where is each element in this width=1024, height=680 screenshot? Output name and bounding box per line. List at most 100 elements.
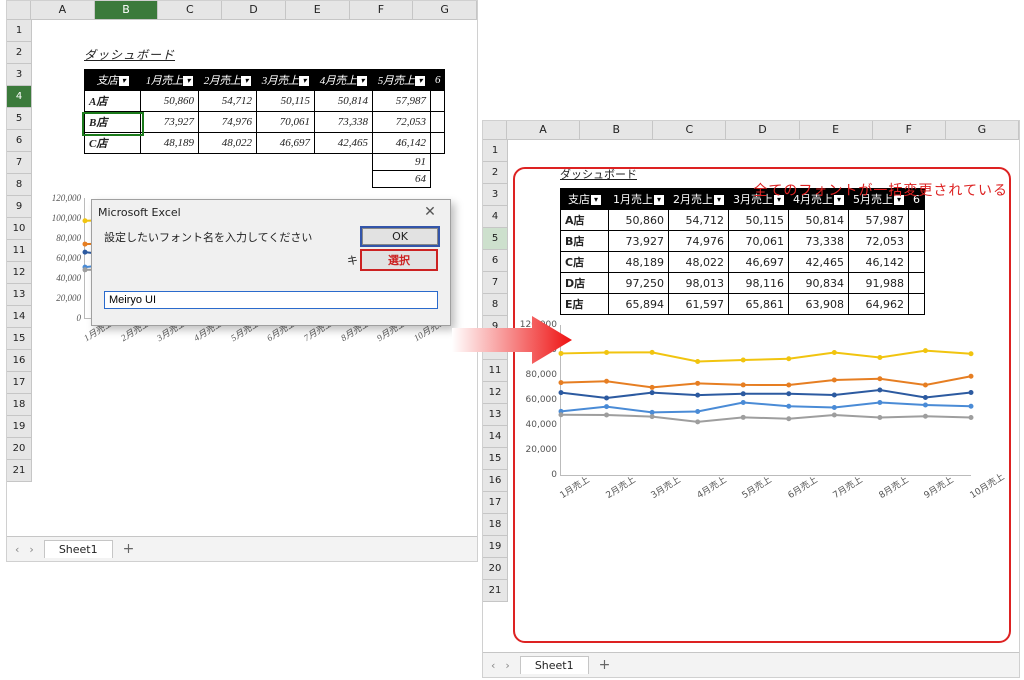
row-header-9[interactable]: 9 [483,316,507,338]
cell[interactable]: 97,250 [609,273,669,294]
row-label[interactable]: D店 [561,273,609,294]
filter-icon[interactable]: ▾ [714,195,724,205]
cell[interactable]: 42,465 [315,133,373,154]
col-header-E[interactable]: E [800,121,873,139]
cell[interactable]: 90,834 [789,273,849,294]
table-row[interactable]: E店65,89461,59765,86163,90864,962 [561,294,925,315]
row-header-18[interactable]: 18 [483,514,507,536]
row-header-17[interactable]: 17 [7,372,31,394]
row-header-13[interactable]: 13 [7,284,31,306]
close-icon[interactable]: ✕ [416,204,444,220]
cell[interactable]: 73,338 [315,112,373,133]
cell[interactable]: 73,927 [609,231,669,252]
filter-icon[interactable]: ▾ [241,76,251,86]
cell[interactable]: 64,962 [849,294,909,315]
row-header-3[interactable]: 3 [7,64,31,86]
cell[interactable]: 70,061 [257,112,315,133]
cell[interactable]: 57,987 [849,210,909,231]
row-label[interactable]: A店 [561,210,609,231]
row-header-8[interactable]: 8 [483,294,507,316]
cell[interactable]: 63,908 [789,294,849,315]
add-sheet-icon[interactable]: + [123,541,135,557]
cell[interactable]: 65,861 [729,294,789,315]
cell[interactable]: 46,697 [257,133,315,154]
font-name-input[interactable] [104,291,438,309]
table-row[interactable]: C店48,18948,02246,69742,46546,142 [561,252,925,273]
row-header-14[interactable]: 14 [7,306,31,328]
cell[interactable]: 74,976 [669,231,729,252]
row-header-11[interactable]: 11 [483,360,507,382]
filter-icon[interactable]: ▾ [654,195,664,205]
row-header-4[interactable]: 4 [7,86,31,108]
col-header-A[interactable]: A [507,121,580,139]
cell[interactable]: 50,860 [609,210,669,231]
filter-icon[interactable]: ▾ [357,76,367,86]
cell[interactable]: 46,142 [849,252,909,273]
row-header-2[interactable]: 2 [7,42,31,64]
cell[interactable]: 46,697 [729,252,789,273]
col-header-C[interactable]: C [158,1,222,19]
cells-right[interactable]: ダッシュボード 支店▾1月売上▾2月売上▾3月売上▾4月売上▾5月売上▾6 A店… [508,140,1019,602]
row-header-5[interactable]: 5 [7,108,31,130]
data-table-right[interactable]: 支店▾1月売上▾2月売上▾3月売上▾4月売上▾5月売上▾6 A店50,86054… [560,188,925,315]
col-header-C[interactable]: C [653,121,726,139]
row-header-6[interactable]: 6 [7,130,31,152]
row-header-10[interactable]: 10 [7,218,31,240]
row-header-19[interactable]: 19 [483,536,507,558]
col-5[interactable]: 5月売上▾ [373,70,431,91]
cell[interactable]: 74,976 [199,112,257,133]
col-header-E[interactable]: E [286,1,350,19]
select-button[interactable]: 選択 [360,249,438,271]
col-header-D[interactable]: D [726,121,799,139]
row-header-8[interactable]: 8 [7,174,31,196]
row-label[interactable]: C店 [561,252,609,273]
cell[interactable]: 70,061 [729,231,789,252]
cell[interactable]: 50,814 [789,210,849,231]
data-table-left[interactable]: 支店▾1月売上▾2月売上▾3月売上▾4月売上▾5月売上▾6 A店50,86054… [84,69,445,188]
cell[interactable]: 48,022 [669,252,729,273]
cell[interactable]: 48,189 [141,133,199,154]
cell[interactable]: 48,022 [199,133,257,154]
row-label[interactable]: B店 [561,231,609,252]
cell[interactable]: 98,116 [729,273,789,294]
row-header-4[interactable]: 4 [483,206,507,228]
col-1[interactable]: 1月売上▾ [141,70,199,91]
col-1[interactable]: 1月売上▾ [609,189,669,210]
col-header-A[interactable]: A [31,1,95,19]
row-header-15[interactable]: 15 [7,328,31,350]
col-header-G[interactable]: G [946,121,1019,139]
row-header-1[interactable]: 1 [7,20,31,42]
cell[interactable]: 46,142 [373,133,431,154]
col-header-D[interactable]: D [222,1,286,19]
cell[interactable]: 73,927 [141,112,199,133]
cell[interactable]: 73,338 [789,231,849,252]
table-row[interactable]: D店97,25098,01398,11690,83491,988 [561,273,925,294]
row-header-16[interactable]: 16 [7,350,31,372]
table-row[interactable]: A店50,86054,71250,11550,81457,987 [85,91,445,112]
cell[interactable]: 91,988 [849,273,909,294]
col-2[interactable]: 2月売上▾ [199,70,257,91]
row-label[interactable]: A店 [85,91,141,112]
tab-prev-icon[interactable]: ‹ [491,659,495,672]
table-row[interactable]: A店50,86054,71250,11550,81457,987 [561,210,925,231]
row-header-13[interactable]: 13 [483,404,507,426]
ok-button[interactable]: OK [362,228,438,245]
row-header-15[interactable]: 15 [483,448,507,470]
col-3[interactable]: 3月売上▾ [257,70,315,91]
row-label[interactable]: C店 [85,133,141,154]
table-row[interactable]: B店73,92774,97670,06173,33872,053 [561,231,925,252]
row-header-21[interactable]: 21 [7,460,31,482]
cell[interactable]: 42,465 [789,252,849,273]
row-header-3[interactable]: 3 [483,184,507,206]
filter-icon[interactable]: ▾ [183,76,193,86]
table-row[interactable]: B店73,92774,97670,06173,33872,053 [85,112,445,133]
row-label[interactable]: B店 [85,112,141,133]
col-2[interactable]: 2月売上▾ [669,189,729,210]
row-header-19[interactable]: 19 [7,416,31,438]
row-header-16[interactable]: 16 [483,470,507,492]
cell[interactable]: 54,712 [669,210,729,231]
cell[interactable]: 61,597 [669,294,729,315]
tab-next-icon[interactable]: › [29,543,33,556]
row-header-18[interactable]: 18 [7,394,31,416]
cell[interactable]: 98,013 [669,273,729,294]
